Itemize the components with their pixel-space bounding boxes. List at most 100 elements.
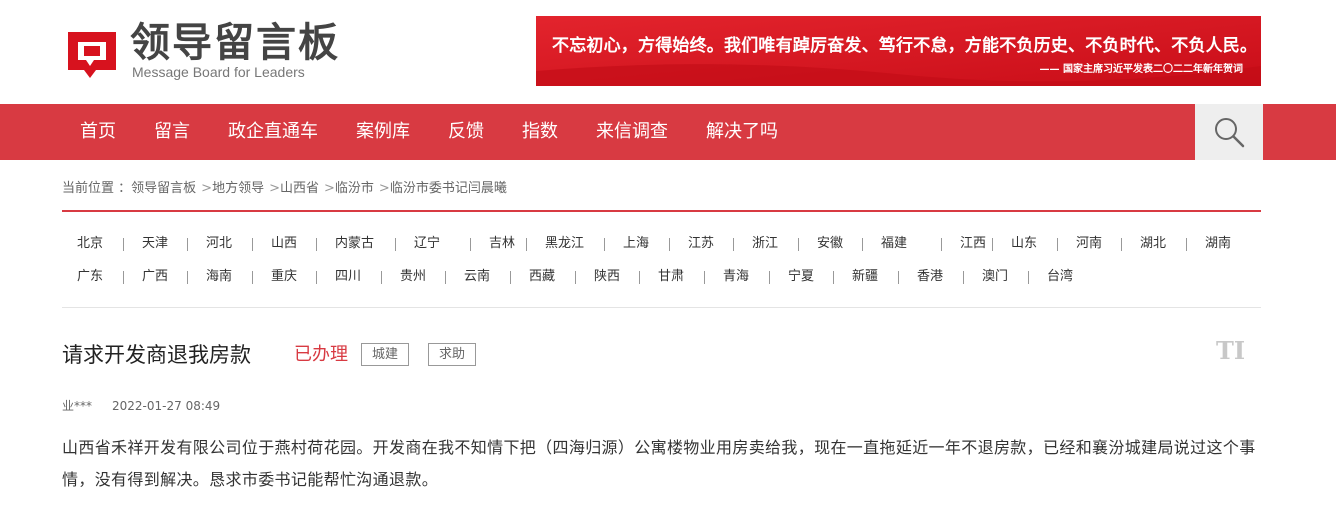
message-date: 2022-01-27 08:49 — [112, 399, 221, 413]
province-link[interactable]: 湖北 — [1140, 234, 1166, 254]
province-link[interactable]: 吉林 — [489, 234, 515, 254]
breadcrumb-item-leader[interactable]: 临汾市委书记闫晨曦 — [390, 181, 507, 196]
tag-type[interactable]: 求助 — [428, 343, 477, 366]
province-separator — [941, 238, 942, 251]
province-link[interactable]: 重庆 — [271, 267, 297, 287]
province-separator — [704, 271, 705, 284]
province-separator — [187, 271, 188, 284]
province-separator — [992, 238, 993, 251]
province-separator — [252, 238, 253, 251]
tag-category[interactable]: 城建 — [361, 343, 410, 366]
province-link[interactable]: 湖南 — [1205, 234, 1231, 254]
province-separator — [733, 238, 734, 251]
banner-source: —— 国家主席习近平发表二〇二二年新年贺词 — [1039, 64, 1243, 75]
province-link[interactable]: 江苏 — [688, 234, 714, 254]
province-link[interactable]: 西藏 — [529, 267, 555, 287]
province-link[interactable]: 山东 — [1011, 234, 1037, 254]
breadcrumb-item-local-leaders[interactable]: 地方领导 — [212, 181, 264, 196]
province-separator — [833, 271, 834, 284]
province-separator — [862, 238, 863, 251]
province-link[interactable]: 内蒙古 — [335, 234, 374, 254]
section-divider — [62, 307, 1261, 308]
province-separator — [1028, 271, 1029, 284]
province-separator — [395, 238, 396, 251]
province-separator — [445, 271, 446, 284]
nav-item-enterprise[interactable]: 政企直通车 — [228, 104, 318, 160]
province-link[interactable]: 四川 — [335, 267, 361, 287]
breadcrumb-separator: > — [324, 181, 335, 196]
nav-item-index[interactable]: 指数 — [522, 104, 558, 160]
province-link[interactable]: 海南 — [206, 267, 232, 287]
logo-mark-icon — [68, 32, 116, 78]
province-separator — [187, 238, 188, 251]
main-nav: 首页 留言 政企直通车 案例库 反馈 指数 来信调查 解决了吗 — [0, 104, 1336, 160]
province-separator — [798, 238, 799, 251]
province-separator — [1186, 238, 1187, 251]
province-separator — [123, 271, 124, 284]
province-separator — [898, 271, 899, 284]
province-link[interactable]: 河北 — [206, 234, 232, 254]
province-link[interactable]: 新疆 — [852, 267, 878, 287]
province-separator — [1057, 238, 1058, 251]
province-link[interactable]: 辽宁 — [414, 234, 440, 254]
province-link[interactable]: 上海 — [623, 234, 649, 254]
province-row-1: 北京 天津 河北 山西 内蒙古 辽宁 吉林 黑龙江 上海 江苏 浙江 安徽 福建 江西 山东 河南 湖北 湖南 — [62, 234, 1261, 254]
status-badge: 已办理 — [294, 344, 348, 365]
site-header: 领导留言板 Message Board for Leaders 不忘初心，方得始… — [0, 0, 1336, 104]
province-separator — [575, 271, 576, 284]
province-link[interactable]: 云南 — [464, 267, 490, 287]
breadcrumb-separator: > — [269, 181, 280, 196]
logo-title-en: Message Board for Leaders — [132, 64, 305, 80]
nav-item-cases[interactable]: 案例库 — [356, 104, 410, 160]
province-separator — [252, 271, 253, 284]
nav-item-home[interactable]: 首页 — [80, 104, 116, 160]
province-link[interactable]: 江西 — [960, 234, 986, 254]
province-separator — [639, 271, 640, 284]
province-separator — [963, 271, 964, 284]
message-meta: 业*** 2022-01-27 08:49 — [62, 397, 220, 414]
province-link[interactable]: 安徽 — [817, 234, 843, 254]
province-link[interactable]: 浙江 — [752, 234, 778, 254]
province-link[interactable]: 黑龙江 — [545, 234, 584, 254]
province-separator — [604, 238, 605, 251]
province-link[interactable]: 广东 — [77, 267, 103, 287]
search-button[interactable] — [1195, 104, 1263, 160]
breadcrumb-item-city[interactable]: 临汾市 — [335, 181, 374, 196]
province-link[interactable]: 天津 — [142, 234, 168, 254]
province-link[interactable]: 山西 — [271, 234, 297, 254]
font-size-toggle-icon[interactable]: TI — [1216, 336, 1252, 366]
banner-slogan: 不忘初心，方得始终。我们唯有踔厉奋发、笃行不怠，方能不负历史、不负时代、不负人民… — [552, 36, 1258, 56]
province-link[interactable]: 澳门 — [982, 267, 1008, 287]
province-link[interactable]: 台湾 — [1047, 267, 1073, 287]
province-link[interactable]: 福建 — [881, 234, 907, 254]
breadcrumb-prefix: 当前位置 ： — [62, 181, 132, 196]
province-separator — [381, 271, 382, 284]
province-link[interactable]: 河南 — [1076, 234, 1102, 254]
province-separator — [669, 238, 670, 251]
province-link[interactable]: 北京 — [77, 234, 103, 254]
province-link[interactable]: 香港 — [917, 267, 943, 287]
breadcrumb-separator: > — [378, 181, 390, 196]
nav-item-messages[interactable]: 留言 — [154, 104, 190, 160]
province-separator — [470, 238, 471, 251]
logo-title-cn: 领导留言板 — [130, 20, 340, 66]
province-link[interactable]: 甘肃 — [658, 267, 684, 287]
province-link[interactable]: 广西 — [142, 267, 168, 287]
nav-item-feedback[interactable]: 反馈 — [448, 104, 484, 160]
province-link[interactable]: 陕西 — [594, 267, 620, 287]
province-link[interactable]: 宁夏 — [788, 267, 814, 287]
province-link[interactable]: 贵州 — [400, 267, 426, 287]
nav-item-survey[interactable]: 来信调查 — [596, 104, 668, 160]
breadcrumb-item-board[interactable]: 领导留言板 — [131, 181, 196, 196]
province-separator — [123, 238, 124, 251]
site-logo[interactable]: 领导留言板 Message Board for Leaders — [64, 20, 338, 82]
province-row-2: 广东 广西 海南 重庆 四川 贵州 云南 西藏 陕西 甘肃 青海 宁夏 新疆 香港 澳门 台湾 — [62, 267, 1261, 287]
nav-item-resolved[interactable]: 解决了吗 — [706, 104, 778, 160]
province-separator — [316, 271, 317, 284]
breadcrumb-item-province[interactable]: 山西省 — [280, 181, 319, 196]
province-separator — [510, 271, 511, 284]
search-icon — [1215, 118, 1245, 148]
province-link[interactable]: 青海 — [723, 267, 749, 287]
font-toggle-label: TI — [1216, 336, 1246, 365]
breadcrumb: 当前位置 ：领导留言板 >地方领导 >山西省 >临汾市 >临汾市委书记闫晨曦 — [62, 177, 507, 196]
